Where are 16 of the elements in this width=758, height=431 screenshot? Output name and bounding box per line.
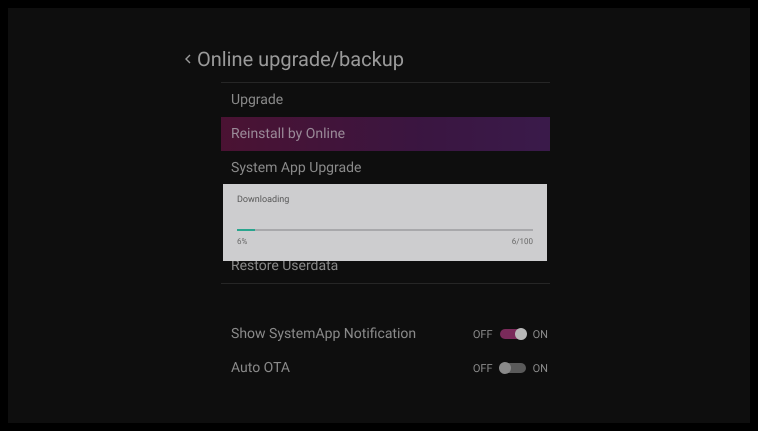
on-label: ON bbox=[532, 362, 548, 374]
setting-label: Auto OTA bbox=[231, 360, 292, 376]
off-label: OFF bbox=[472, 362, 493, 374]
setting-label: Show SystemApp Notification bbox=[231, 326, 418, 342]
dialog-title: Downloading bbox=[237, 195, 290, 205]
menu-item[interactable]: System App Upgrade bbox=[221, 151, 550, 185]
menu-item[interactable]: Reinstall by Online bbox=[221, 117, 550, 151]
toggle-switch[interactable] bbox=[500, 363, 526, 373]
toggle-switch[interactable] bbox=[500, 329, 526, 339]
back-chevron-icon[interactable] bbox=[185, 54, 191, 64]
menu-item[interactable]: Upgrade bbox=[221, 83, 550, 117]
progress-count: 6/100 bbox=[512, 237, 533, 246]
page-title: Online upgrade/backup bbox=[197, 47, 404, 71]
on-label: ON bbox=[532, 328, 548, 340]
off-label: OFF bbox=[472, 328, 493, 340]
progress-percent: 6% bbox=[237, 237, 248, 246]
